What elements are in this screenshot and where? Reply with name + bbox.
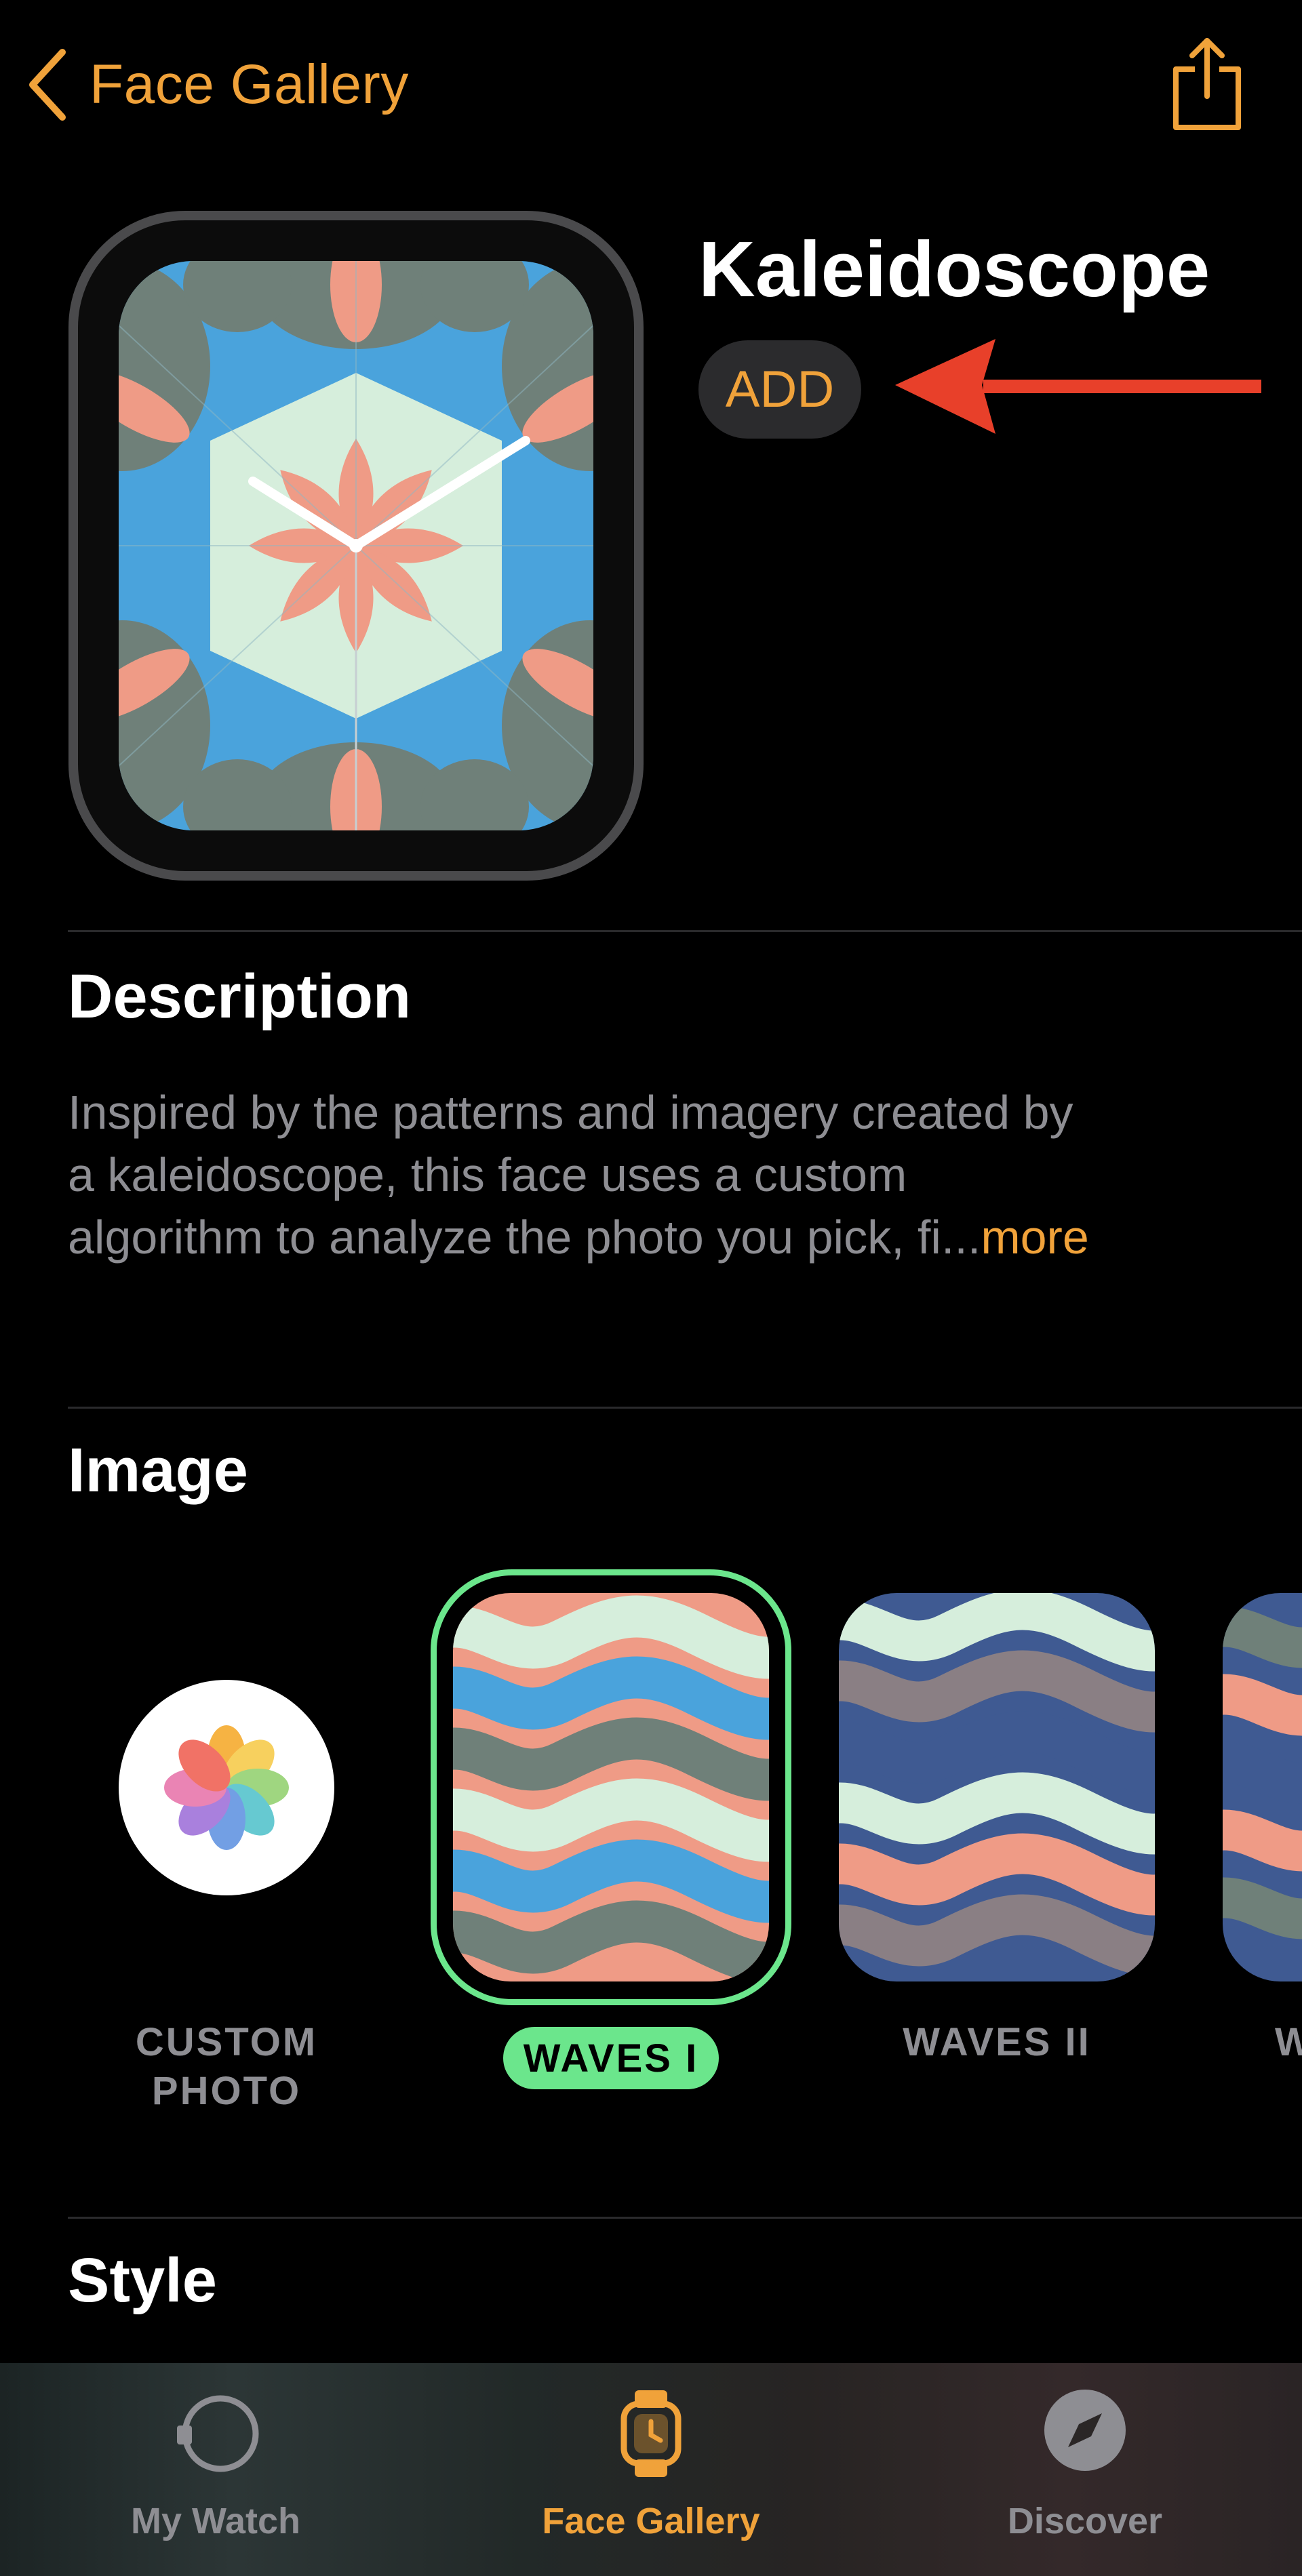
back-button[interactable]: Face Gallery (20, 37, 409, 132)
image-heading: Image (68, 1436, 248, 1505)
description-text: Inspired by the patterns and imagery cre… (68, 1081, 1261, 1268)
face-title: Kaleidoscope (698, 225, 1210, 313)
waves-i-selected-badge: WAVES I (503, 2027, 719, 2089)
photos-app-icon (164, 1725, 289, 1850)
divider (68, 1407, 1302, 1409)
tab-my-watch[interactable]: My Watch (39, 2379, 392, 2556)
annotation-arrow (895, 339, 1261, 434)
tab-face-gallery-label: Face Gallery (542, 2501, 760, 2541)
add-button[interactable]: ADD (698, 340, 861, 439)
description-line: a kaleidoscope, this face uses a custom (68, 1148, 907, 1201)
tab-face-gallery[interactable]: Face Gallery (475, 2379, 827, 2556)
tab-my-watch-label: My Watch (130, 2501, 300, 2541)
waves-i-thumbnail (453, 1593, 769, 1981)
custom-photo-option[interactable] (119, 1680, 334, 1895)
custom-photo-label: CUSTOM PHOTO (135, 2020, 318, 2113)
watch-outline-icon (177, 2395, 259, 2472)
waves-ii-option[interactable] (839, 1593, 1155, 1981)
waves-iii-label: W (1275, 2020, 1302, 2064)
back-label: Face Gallery (90, 54, 409, 115)
more-link[interactable]: more (981, 1211, 1088, 1264)
chevron-left-icon (29, 49, 66, 121)
compass-icon (1044, 2390, 1126, 2471)
description-line: Inspired by the patterns and imagery cre… (68, 1086, 1073, 1139)
waves-ii-label: WAVES II (903, 2020, 1091, 2064)
divider (68, 930, 1302, 932)
tab-discover-label: Discover (1007, 2501, 1163, 2541)
watch-face-icon (620, 2390, 682, 2477)
divider (68, 2217, 1302, 2219)
waves-iii-option[interactable] (1223, 1593, 1302, 1981)
description-line: algorithm to analyze the photo you pick,… (68, 1211, 1089, 1264)
share-icon[interactable] (1166, 34, 1248, 136)
tab-discover[interactable]: Discover (909, 2379, 1261, 2556)
style-heading: Style (68, 2246, 217, 2315)
watch-face-preview (68, 211, 644, 881)
description-heading: Description (68, 962, 412, 1031)
